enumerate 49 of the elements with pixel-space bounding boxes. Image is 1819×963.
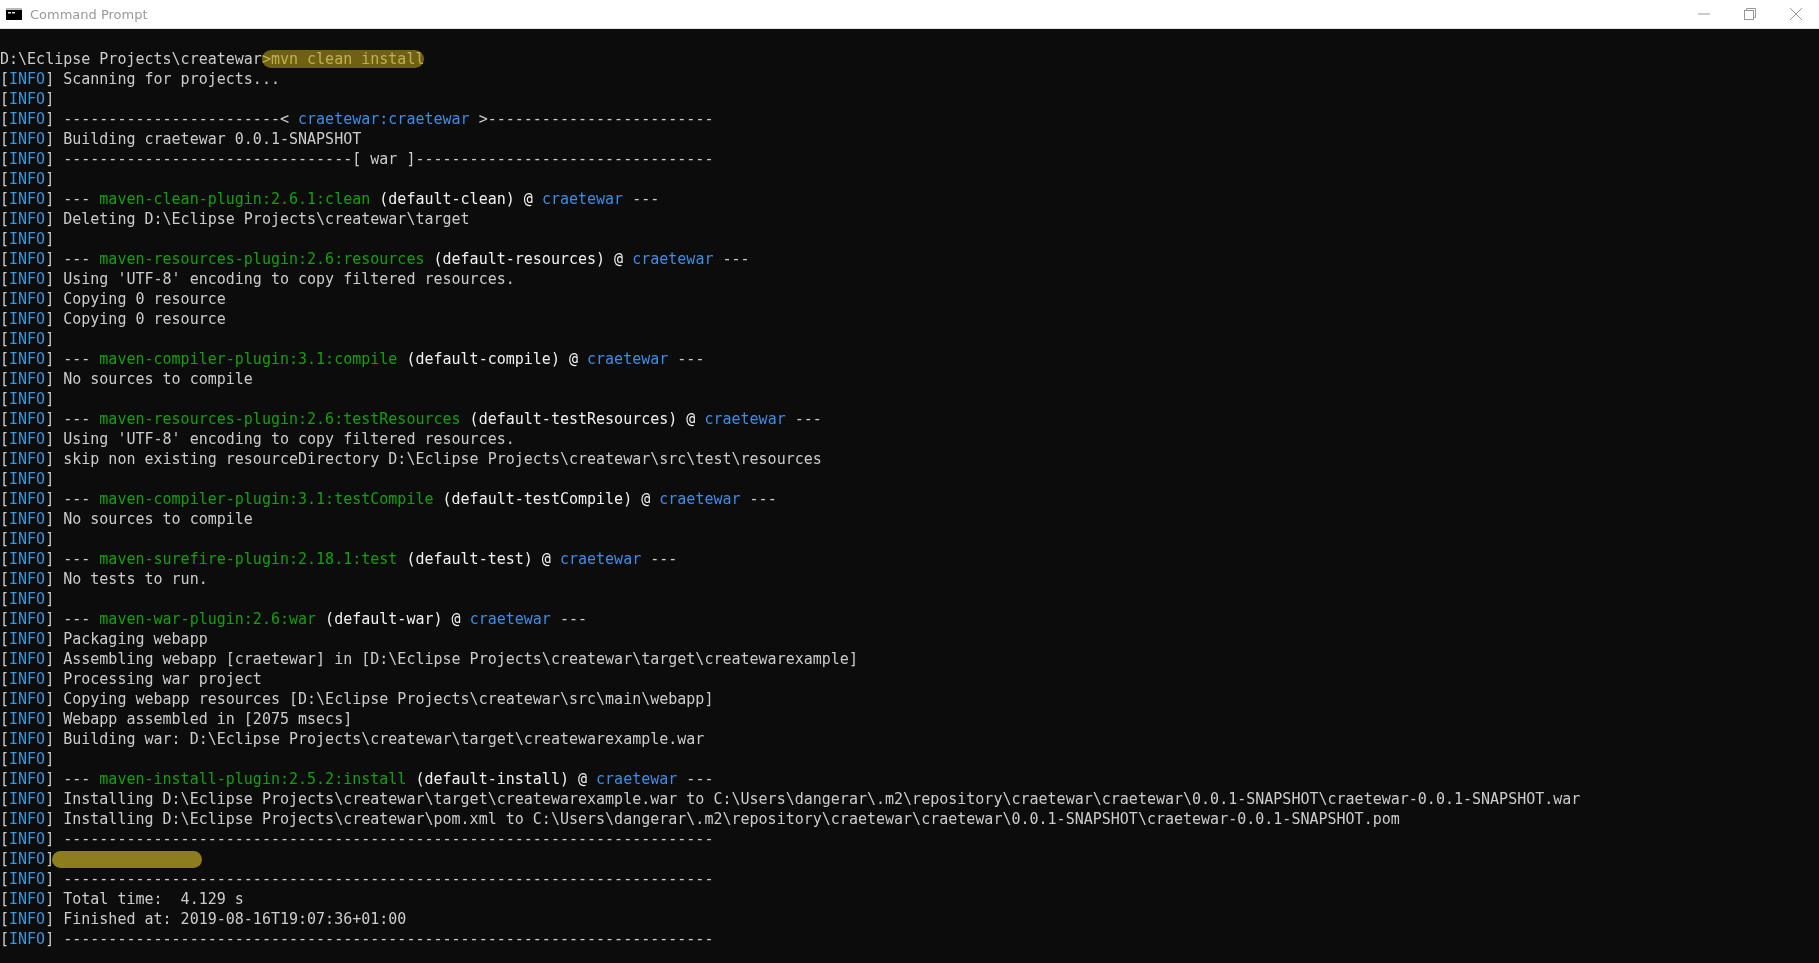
log-line: [INFO] --- maven-resources-plugin:2.6:testResources (default-testResources) @ craetewar --- bbox=[0, 409, 822, 429]
log-line: [INFO] bbox=[0, 529, 55, 549]
close-icon bbox=[1790, 8, 1802, 20]
log-line: [INFO] --- maven-war-plugin:2.6:war (default-war) @ craetewar --- bbox=[0, 609, 588, 629]
log-line: [INFO] Installing D:\Eclipse Projects\createwar\target\createwarexample.war to C:\Users\dangerar\.m2\repository\craetewar\craetewar\0.0.1-SNAPSHOT\craetewar-0.0.1-SNAPSHOT.war bbox=[0, 789, 1581, 809]
log-line: [INFO] ------------------------< craetewar:craetewar >------------------------- bbox=[0, 109, 714, 129]
log-line: [INFO] bbox=[0, 229, 55, 249]
minimize-icon bbox=[1698, 13, 1710, 15]
log-line: [INFO] Copying webapp resources [D:\Eclipse Projects\createwar\src\main\webapp] bbox=[0, 689, 714, 709]
log-line: [INFO] No sources to compile bbox=[0, 509, 253, 529]
log-line: [INFO] Using 'UTF-8' encoding to copy filtered resources. bbox=[0, 429, 515, 449]
log-line: [INFO] bbox=[0, 469, 55, 489]
log-line: [INFO] ------------------------------------------------------------------------ bbox=[0, 829, 714, 849]
log-line: [INFO] Processing war project bbox=[0, 669, 262, 689]
log-line: [INFO] ------------------------------------------------------------------------ bbox=[0, 869, 714, 889]
log-line: [INFO] bbox=[0, 89, 55, 109]
log-line: [INFO] --- maven-compiler-plugin:3.1:testCompile (default-testCompile) @ craetewar --- bbox=[0, 489, 777, 509]
log-line: [INFO] Copying 0 resource bbox=[0, 289, 226, 309]
log-line: [INFO] Scanning for projects... bbox=[0, 69, 280, 89]
log-line: [INFO] Deleting D:\Eclipse Projects\createwar\target bbox=[0, 209, 470, 229]
log-line: [INFO] bbox=[0, 389, 55, 409]
log-line: [INFO] Assembling webapp [craetewar] in [D:\Eclipse Projects\createwar\target\createwarexample] bbox=[0, 649, 858, 669]
log-line: [INFO] --- maven-surefire-plugin:2.18.1:test (default-test) @ craetewar --- bbox=[0, 549, 678, 569]
log-line: [INFO] Copying 0 resource bbox=[0, 309, 226, 329]
log-line: [INFO] --- maven-clean-plugin:2.6.1:clean (default-clean) @ craetewar --- bbox=[0, 189, 660, 209]
log-line: [INFO] bbox=[0, 749, 55, 769]
log-line: [INFO] bbox=[0, 169, 55, 189]
log-line: [INFO] --- maven-compiler-plugin:3.1:compile (default-compile) @ craetewar --- bbox=[0, 349, 705, 369]
log-line: [INFO] Webapp assembled in [2075 msecs] bbox=[0, 709, 353, 729]
log-line: [INFO] bbox=[0, 849, 55, 869]
log-line: [INFO] --- maven-install-plugin:2.5.2:install (default-install) @ craetewar --- bbox=[0, 769, 714, 789]
log-line: [INFO] Finished at: 2019-08-16T19:07:36+01:00 bbox=[0, 909, 407, 929]
log-line: [INFO] No tests to run. bbox=[0, 569, 208, 589]
log-line: [INFO] Installing D:\Eclipse Projects\createwar\pom.xml to C:\Users\dangerar\.m2\repository\craetewar\craetewar\0.0.1-SNAPSHOT\craetewar-0.0.1-SNAPSHOT.pom bbox=[0, 809, 1400, 829]
log-line: [INFO] skip non existing resourceDirectory D:\Eclipse Projects\createwar\src\test\resources bbox=[0, 449, 822, 469]
log-line: [INFO] Building craetewar 0.0.1-SNAPSHOT bbox=[0, 129, 362, 149]
log-line: [INFO] bbox=[0, 589, 55, 609]
terminal-icon bbox=[6, 8, 22, 20]
log-line: [INFO] Packaging webapp bbox=[0, 629, 208, 649]
log-line: [INFO] ------------------------------------------------------------------------ bbox=[0, 929, 714, 949]
log-line: [INFO] No sources to compile bbox=[0, 369, 253, 389]
log-line: [INFO] Building war: D:\Eclipse Projects\createwar\target\createwarexample.war bbox=[0, 729, 705, 749]
log-line: [INFO] Using 'UTF-8' encoding to copy filtered resources. bbox=[0, 269, 515, 289]
log-line: [INFO] --------------------------------[ war ]--------------------------------- bbox=[0, 149, 714, 169]
log-line: [INFO] --- maven-resources-plugin:2.6:resources (default-resources) @ craetewar --- bbox=[0, 249, 750, 269]
window-title: Command Prompt bbox=[30, 6, 149, 22]
log-line: [INFO] bbox=[0, 329, 55, 349]
log-line: [INFO] Total time: 4.129 s bbox=[0, 889, 244, 909]
restore-icon bbox=[1744, 8, 1756, 20]
